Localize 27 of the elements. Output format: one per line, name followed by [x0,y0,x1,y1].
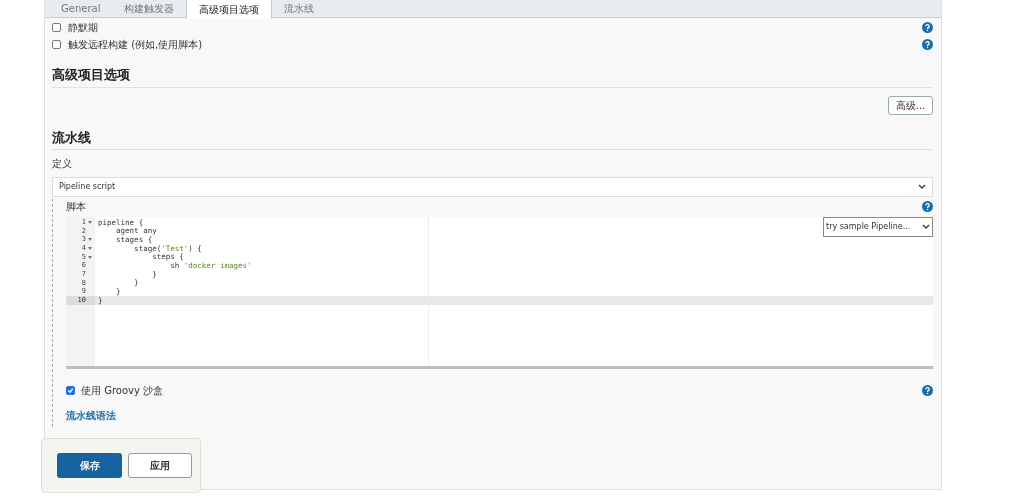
pipeline-syntax-link[interactable]: 流水线语法 [66,408,116,423]
checkbox[interactable] [52,23,61,32]
help-icon[interactable] [922,384,933,396]
help-icon[interactable] [922,201,933,212]
field-label: 定义 [52,157,72,171]
field-label: 脚本 [66,200,86,214]
chevron-down-icon [918,184,926,190]
definition-select[interactable]: Pipeline script [52,177,933,197]
checkbox-label: 静默期 [68,21,98,35]
checkbox[interactable] [52,40,61,49]
tab[interactable]: General [49,0,113,17]
tab[interactable]: 构建触发器 [112,0,187,17]
chevron-down-icon [922,224,930,230]
advanced-button[interactable]: 高级... [888,95,933,115]
help-icon[interactable] [922,22,933,33]
tab[interactable]: 高级项目选项 [186,0,273,19]
sample-select[interactable]: try sample Pipeline... [823,217,933,237]
checkbox[interactable] [66,385,75,395]
fold-arrow-icon[interactable] [87,220,92,224]
section-heading: 高级项目选项 [52,65,933,88]
checkbox-label: 触发远程构建 (例如,使用脚本) [68,38,203,52]
help-icon[interactable] [922,39,933,50]
section-heading: 流水线 [52,127,933,150]
apply-button[interactable]: 应用 [128,453,192,478]
tab[interactable]: 流水线 [272,0,327,17]
checkbox-label: 使用 Groovy 沙盒 [81,383,164,398]
save-button[interactable]: 保存 [57,453,122,478]
